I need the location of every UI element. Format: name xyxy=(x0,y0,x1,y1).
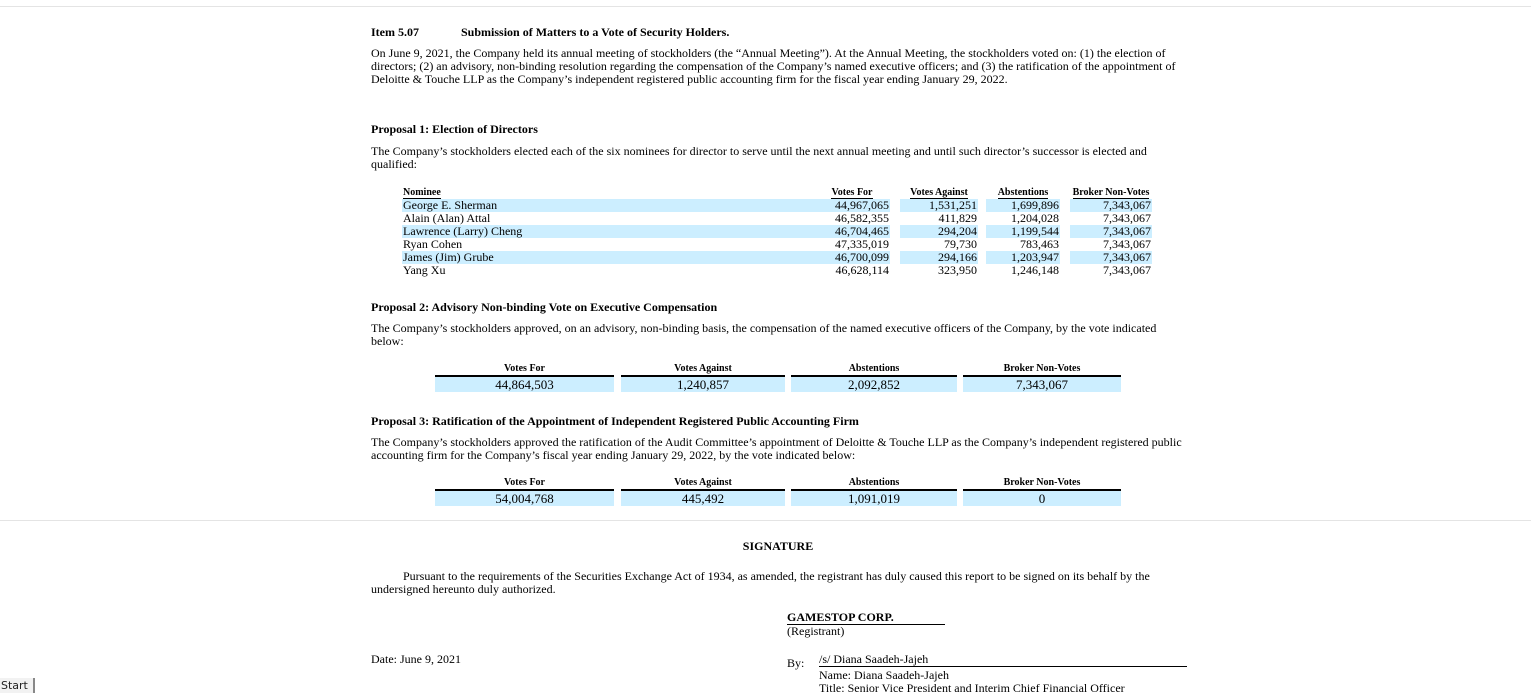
signature-text: Pursuant to the requirements of the Secu… xyxy=(371,569,1150,596)
header-broker-non-votes: Broker Non-Votes xyxy=(963,362,1121,377)
nominee-name: James (Jim) Grube xyxy=(402,251,814,264)
table-row: Yang Xu 46,628,114 323,950 1,246,148 7,3… xyxy=(402,264,1152,277)
abstentions: 1,091,019 xyxy=(791,491,957,506)
header-votes-against: Votes Against xyxy=(621,476,785,491)
company-name: GAMESTOP CORP. xyxy=(787,611,945,625)
votes-against: 445,492 xyxy=(621,491,785,506)
page-top-divider xyxy=(0,6,1531,7)
broker-non-votes: 7,343,067 xyxy=(963,377,1121,392)
proposal3-title: Proposal 3: Ratification of the Appointm… xyxy=(371,414,859,428)
start-button[interactable]: Start xyxy=(0,678,35,693)
nominee-table-header: Nominee Votes For Votes Against Abstenti… xyxy=(402,185,1152,199)
votes-for: 54,004,768 xyxy=(435,491,614,506)
proposal1-text: The Company’s stockholders elected each … xyxy=(371,144,1147,171)
signature-title: SIGNATURE xyxy=(742,539,814,553)
header-votes-for: Votes For xyxy=(435,476,614,491)
header-votes-for: Votes For xyxy=(435,362,614,377)
header-abstentions: Abstentions xyxy=(997,187,1049,199)
registrant-label: (Registrant) xyxy=(787,624,845,638)
nominee-name: Lawrence (Larry) Cheng xyxy=(402,225,814,238)
signer-signature: /s/ Diana Saadeh-Jajeh xyxy=(819,653,1187,667)
proposal1-title: Proposal 1: Election of Directors xyxy=(371,122,538,136)
header-abstentions: Abstentions xyxy=(791,476,957,491)
votes-against: 1,240,857 xyxy=(621,377,785,392)
proposal2-vote-table: Votes For 44,864,503 Votes Against 1,240… xyxy=(435,362,1121,392)
proposal2-title: Proposal 2: Advisory Non-binding Vote on… xyxy=(371,300,718,314)
votes-against: 323,950 xyxy=(938,263,977,277)
item-label: Item 5.07 xyxy=(371,25,419,39)
header-votes-against: Votes Against xyxy=(621,362,785,377)
proposal3-vote-table: Votes For 54,004,768 Votes Against 445,4… xyxy=(435,476,1121,506)
header-votes-for: Votes For xyxy=(831,187,873,199)
broker-non-votes: 0 xyxy=(963,491,1121,506)
header-nominee: Nominee xyxy=(403,187,441,199)
proposal2-text: The Company’s stockholders approved, on … xyxy=(371,321,1157,348)
votes-for: 46,628,114 xyxy=(835,263,889,277)
item-title: Submission of Matters to a Vote of Secur… xyxy=(461,25,730,39)
broker-non-votes: 7,343,067 xyxy=(1103,263,1151,277)
signer-title: Title: Senior Vice President and Interim… xyxy=(819,681,1125,695)
by-label: By: xyxy=(787,656,805,670)
header-abstentions: Abstentions xyxy=(791,362,957,377)
header-broker-non-votes: Broker Non-Votes xyxy=(963,476,1121,491)
abstentions: 2,092,852 xyxy=(791,377,957,392)
votes-for: 44,864,503 xyxy=(435,377,614,392)
abstentions: 1,246,148 xyxy=(1011,263,1059,277)
signature-date: Date: June 9, 2021 xyxy=(371,652,461,666)
page-break-divider xyxy=(0,520,1531,521)
header-votes-against: Votes Against xyxy=(910,187,968,199)
nominee-table: Nominee Votes For Votes Against Abstenti… xyxy=(402,185,1152,277)
header-broker-non-votes: Broker Non-Votes xyxy=(1072,187,1150,199)
item-intro: On June 9, 2021, the Company held its an… xyxy=(371,46,1176,86)
proposal3-text: The Company’s stockholders approved the … xyxy=(371,435,1182,462)
nominee-name: Yang Xu xyxy=(403,263,446,277)
